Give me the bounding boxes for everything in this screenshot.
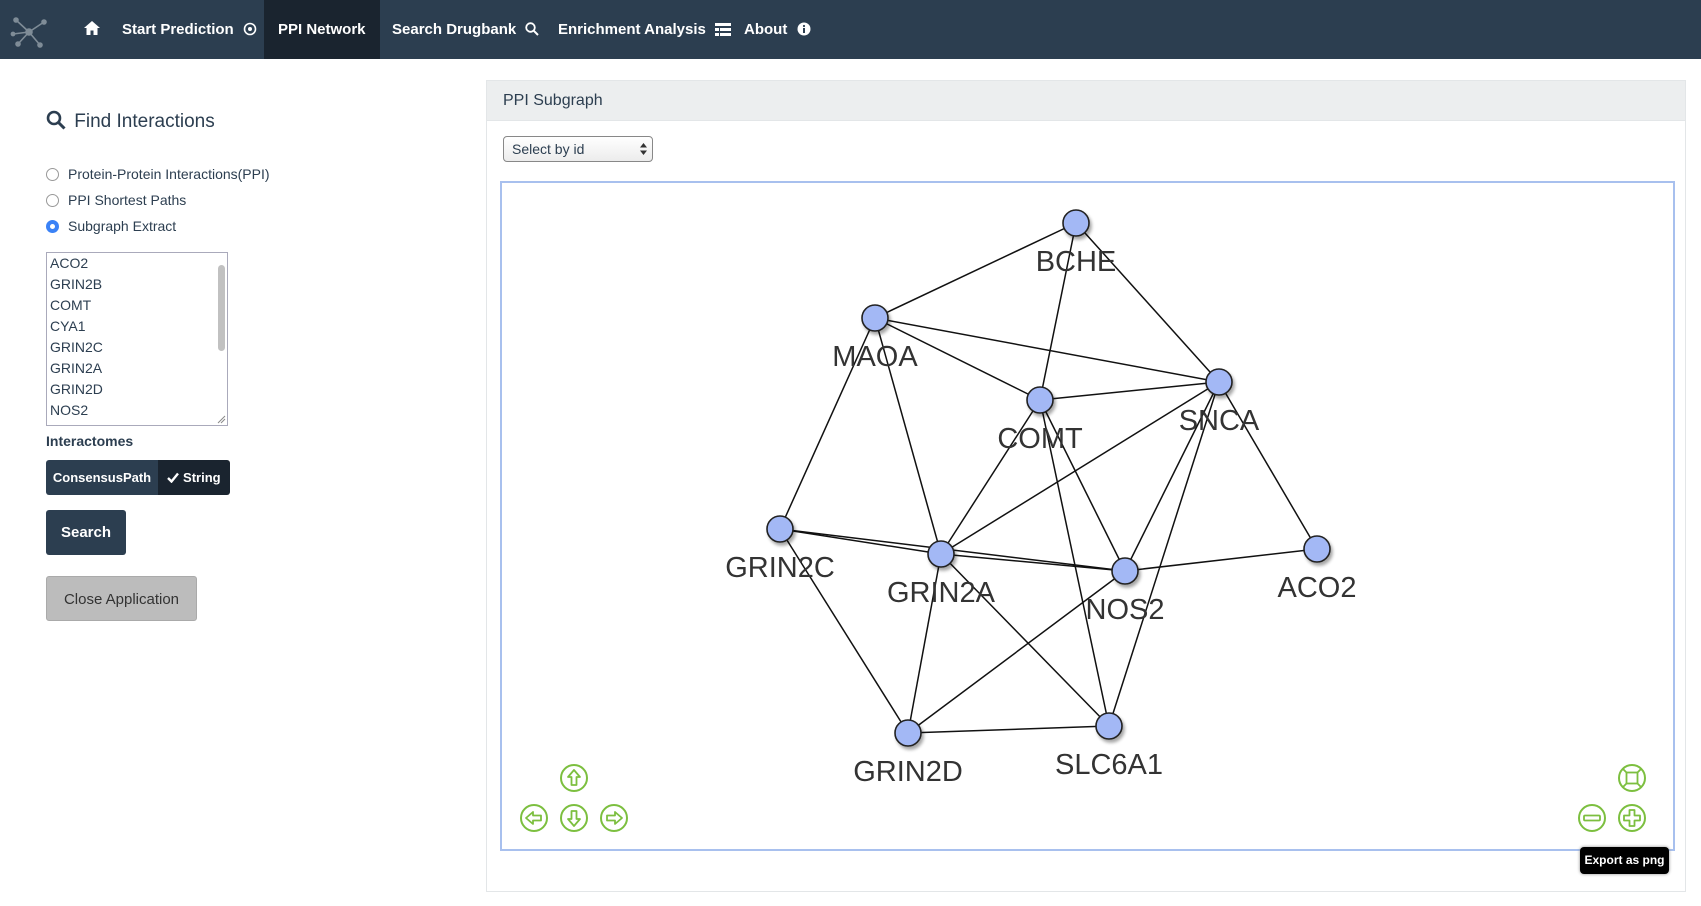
node-label: COMT [997,423,1083,455]
consensuspath-button[interactable]: ConsensusPath [46,460,158,495]
node-label: GRIN2C [725,552,835,584]
node-circle[interactable] [894,719,922,747]
export-png-button[interactable]: Export as png [1580,847,1669,874]
close-application-button[interactable]: Close Application [46,576,197,621]
scrollbar[interactable] [218,265,225,351]
node-grin2a[interactable]: GRIN2A [887,540,996,609]
pan-down-icon[interactable] [559,803,589,833]
radio-button[interactable] [46,194,59,207]
gene-list-textarea[interactable]: ACO2 GRIN2B COMT CYA1 GRIN2C GRIN2A GRIN… [46,252,228,426]
info-icon [797,22,810,36]
node-circle[interactable] [1026,386,1054,414]
node-circle[interactable] [1062,209,1090,237]
nav-search-drugbank[interactable]: Search Drugbank [378,0,553,59]
pan-up-icon[interactable] [559,763,589,793]
node-label: MAOA [832,341,918,373]
node-label: SLC6A1 [1055,749,1163,781]
nav-home[interactable] [71,0,113,59]
node-maoa[interactable]: MAOA [832,304,918,373]
edge-grin2c-grin2a[interactable] [779,528,942,555]
list-item: ACO2 [50,255,89,271]
node-bche[interactable]: BCHE [1036,209,1117,278]
node-grin2d[interactable]: GRIN2D [853,719,963,788]
node-snca[interactable]: SNCA [1179,368,1260,437]
list-item: GRIN2D [50,381,103,397]
node-label: GRIN2D [853,756,963,788]
network-logo-icon[interactable] [10,12,48,50]
radio-shortest-paths[interactable]: PPI Shortest Paths [46,190,186,210]
radio-subgraph-extract[interactable]: Subgraph Extract [46,216,176,236]
edge-maoa-snca[interactable] [874,317,1220,383]
node-circle[interactable] [1095,712,1123,740]
network-graph[interactable]: BCHE MAOA COMT SNCA GRIN2C GRIN2A NOS2 ACO2 GRIN… [502,183,1673,849]
list-item: GRIN2B [50,276,103,292]
select-by-id-dropdown[interactable]: Select by id [503,136,653,162]
zoom-in-icon[interactable] [1617,803,1647,833]
edge-grin2d-slc6a1[interactable] [907,725,1110,734]
nav-about[interactable]: About [730,0,825,59]
edge-nos2-aco2[interactable] [1124,548,1318,572]
node-circle[interactable] [1303,535,1331,563]
node-circle[interactable] [766,515,794,543]
node-circle[interactable] [1205,368,1233,396]
interactomes-label: Interactomes [46,433,134,449]
top-navbar: Start Prediction PPI Network Search Drug… [0,0,1701,59]
node-label: ACO2 [1278,572,1357,604]
radio-button-checked[interactable] [46,220,59,233]
node-circle[interactable] [1111,557,1139,585]
search-button[interactable]: Search [46,510,126,555]
ppi-subgraph-panel: PPI Subgraph Select by id BCHE MAOA COMT SN… [486,80,1686,892]
resize-grip-icon[interactable] [217,415,226,424]
fit-to-screen-icon[interactable] [1617,763,1647,793]
edge-grin2a-nos2[interactable] [940,553,1126,572]
node-circle[interactable] [861,304,889,332]
node-label: NOS2 [1086,594,1165,626]
panel-title: PPI Subgraph [503,92,603,109]
node-aco2[interactable]: ACO2 [1278,535,1357,604]
list-item: GRIN2A [50,360,103,376]
nav-enrichment-analysis[interactable]: Enrichment Analysis [544,0,745,59]
edge-comt-snca[interactable] [1039,381,1220,401]
search-icon [46,110,66,130]
table-icon [715,23,731,36]
list-item: NOS2 [50,402,89,418]
string-button[interactable]: String [158,460,230,495]
node-grin2c[interactable]: GRIN2C [725,515,835,584]
node-label: BCHE [1036,246,1117,278]
home-icon [84,21,100,35]
find-interactions-title: Find Interactions [46,110,215,133]
check-icon [167,472,180,484]
list-item: GRIN2C [50,339,103,355]
node-slc6a1[interactable]: SLC6A1 [1055,712,1163,781]
radio-ppi[interactable]: Protein-Protein Interactions(PPI) [46,164,270,184]
circle-dot-icon [243,22,257,36]
edge-snca-grin2a[interactable] [940,381,1220,555]
radio-button[interactable] [46,168,59,181]
node-label: GRIN2A [887,577,996,609]
nav-ppi-network[interactable]: PPI Network [264,0,380,59]
nav-start-prediction[interactable]: Start Prediction [108,0,271,59]
list-item: CYA1 [50,318,86,334]
pan-left-icon[interactable] [519,803,549,833]
panel-header: PPI Subgraph [487,81,1685,121]
zoom-out-icon[interactable] [1577,803,1607,833]
search-icon [525,22,540,36]
list-item: COMT [50,297,92,313]
network-canvas[interactable]: BCHE MAOA COMT SNCA GRIN2C GRIN2A NOS2 ACO2 GRIN… [500,181,1675,851]
node-circle[interactable] [927,540,955,568]
node-label: SNCA [1179,405,1260,437]
select-arrows-icon [640,143,647,155]
pan-right-icon[interactable] [599,803,629,833]
